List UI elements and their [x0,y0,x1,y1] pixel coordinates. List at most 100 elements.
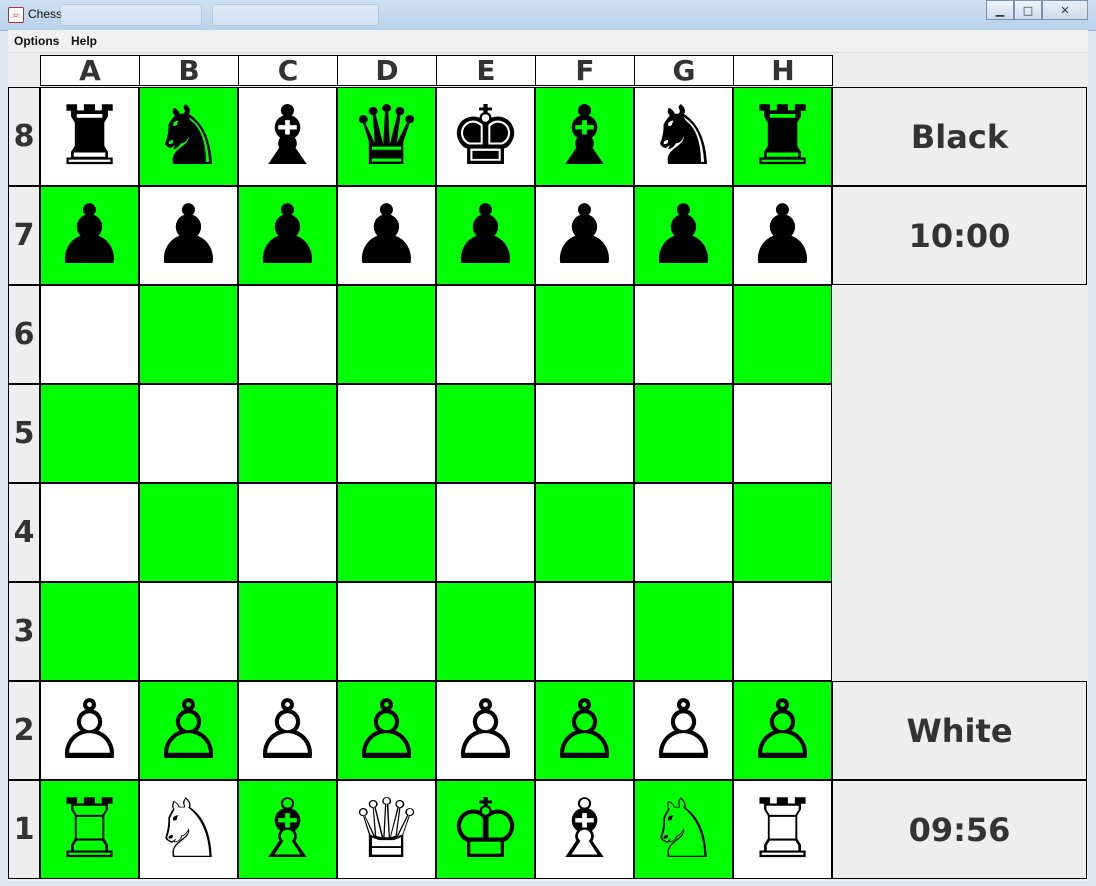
square-e1[interactable]: ♔ [436,780,535,879]
square-g8[interactable]: ♞ [634,87,733,186]
menu-help[interactable]: Help [71,34,97,48]
square-h2[interactable]: ♙ [733,681,832,780]
square-c5[interactable] [238,384,337,483]
white-pawn-icon: ♙ [547,682,622,778]
square-e3[interactable] [436,582,535,681]
game-panel: A B C D E F G H 8 ♜ ♞ ♝ ♛ ♚ ♝ ♞ ♜ 7 ♟ ♟ ♟ ♟ ♟ ♟ ♟ ♟ 6 5 4 3 2 ♙ ♙ ♙ ♙ ♙ ♙ ♙ ♙ 1… [8,53,1088,881]
square-h3[interactable] [733,582,832,681]
square-d1[interactable]: ♕ [337,780,436,879]
square-b5[interactable] [139,384,238,483]
row-label-6: 6 [8,285,40,384]
square-b8[interactable]: ♞ [139,87,238,186]
square-d4[interactable] [337,483,436,582]
square-e6[interactable] [436,285,535,384]
square-b1[interactable]: ♘ [139,780,238,879]
white-clock: 09:56 [832,780,1087,879]
square-e8[interactable]: ♚ [436,87,535,186]
square-f8[interactable]: ♝ [535,87,634,186]
background-tab [212,4,379,26]
square-d6[interactable] [337,285,436,384]
square-a5[interactable] [40,384,139,483]
square-g3[interactable] [634,582,733,681]
white-queen-icon: ♕ [349,781,424,877]
square-a6[interactable] [40,285,139,384]
square-c1[interactable]: ♗ [238,780,337,879]
square-c6[interactable] [238,285,337,384]
row-label-5: 5 [8,384,40,483]
square-a8[interactable]: ♜ [40,87,139,186]
square-a7[interactable]: ♟ [40,186,139,285]
black-pawn-icon: ♟ [151,187,226,283]
black-bishop-icon: ♝ [250,88,325,184]
square-d8[interactable]: ♛ [337,87,436,186]
square-e4[interactable] [436,483,535,582]
square-g2[interactable]: ♙ [634,681,733,780]
square-h5[interactable] [733,384,832,483]
row-label-2: 2 [8,681,40,780]
board-corner [8,55,40,88]
square-g4[interactable] [634,483,733,582]
square-g6[interactable] [634,285,733,384]
square-f6[interactable] [535,285,634,384]
square-g7[interactable]: ♟ [634,186,733,285]
maximize-button[interactable]: □ [1014,0,1042,20]
window-title: Chess [28,7,63,21]
black-knight-icon: ♞ [646,88,721,184]
square-c4[interactable] [238,483,337,582]
square-e7[interactable]: ♟ [436,186,535,285]
square-b2[interactable]: ♙ [139,681,238,780]
square-b6[interactable] [139,285,238,384]
black-bishop-icon: ♝ [547,88,622,184]
black-rook-icon: ♜ [52,88,127,184]
column-label-b: B [139,54,239,87]
square-h1[interactable]: ♖ [733,780,832,879]
column-label-h: H [733,54,833,87]
square-a4[interactable] [40,483,139,582]
square-f7[interactable]: ♟ [535,186,634,285]
square-h8[interactable]: ♜ [733,87,832,186]
square-b4[interactable] [139,483,238,582]
white-player-label: White [832,681,1087,780]
square-d3[interactable] [337,582,436,681]
square-f1[interactable]: ♗ [535,780,634,879]
white-bishop-icon: ♗ [547,781,622,877]
square-a3[interactable] [40,582,139,681]
square-f2[interactable]: ♙ [535,681,634,780]
square-h7[interactable]: ♟ [733,186,832,285]
square-a2[interactable]: ♙ [40,681,139,780]
square-d7[interactable]: ♟ [337,186,436,285]
title-bar: ☕ Chess ▁ □ ✕ [0,0,1096,31]
square-h6[interactable] [733,285,832,384]
square-e5[interactable] [436,384,535,483]
square-e2[interactable]: ♙ [436,681,535,780]
white-knight-icon: ♘ [151,781,226,877]
white-pawn-icon: ♙ [349,682,424,778]
square-b3[interactable] [139,582,238,681]
white-pawn-icon: ♙ [448,682,523,778]
column-label-d: D [337,54,437,87]
black-pawn-icon: ♟ [52,187,127,283]
square-c7[interactable]: ♟ [238,186,337,285]
black-pawn-icon: ♟ [745,187,820,283]
square-g1[interactable]: ♘ [634,780,733,879]
black-player-label: Black [832,87,1087,186]
java-app-icon: ☕ [8,7,24,23]
square-c8[interactable]: ♝ [238,87,337,186]
square-f3[interactable] [535,582,634,681]
close-button[interactable]: ✕ [1042,0,1088,20]
white-king-icon: ♔ [448,781,523,877]
white-rook-icon: ♖ [52,781,127,877]
row-label-8: 8 [8,87,40,186]
square-d5[interactable] [337,384,436,483]
square-c2[interactable]: ♙ [238,681,337,780]
square-g5[interactable] [634,384,733,483]
square-h4[interactable] [733,483,832,582]
square-a1[interactable]: ♖ [40,780,139,879]
minimize-button[interactable]: ▁ [986,0,1014,20]
menu-options[interactable]: Options [14,34,59,48]
square-f4[interactable] [535,483,634,582]
square-d2[interactable]: ♙ [337,681,436,780]
square-c3[interactable] [238,582,337,681]
square-b7[interactable]: ♟ [139,186,238,285]
square-f5[interactable] [535,384,634,483]
